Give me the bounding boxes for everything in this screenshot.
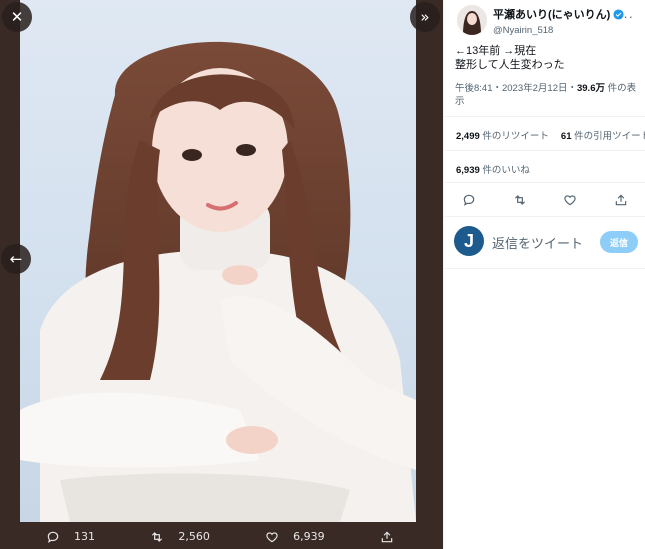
tweet-author: 平瀬あいり(にゃいりん) @Nyairin_518 ··· bbox=[457, 5, 642, 39]
tweet-photo[interactable] bbox=[20, 0, 416, 522]
tweet-text: ←13年前 →現在 整形して人生変わった bbox=[455, 44, 565, 72]
viewer-like-count: 6,939 bbox=[293, 530, 325, 543]
previous-image-button[interactable]: ← bbox=[1, 244, 31, 274]
viewer-reply-count: 131 bbox=[74, 530, 95, 543]
quotes-value: 61 bbox=[560, 131, 572, 142]
viewer-action-bar: 131 2,560 6,939 bbox=[20, 524, 420, 549]
quotes-stat[interactable]: 61 件の引用ツイート bbox=[561, 128, 645, 142]
divider bbox=[444, 150, 645, 151]
media-viewer: ✕ » ← 131 2,560 6,939 bbox=[0, 0, 443, 549]
avatar-image bbox=[457, 5, 487, 35]
retweet-icon bbox=[152, 531, 163, 542]
retweets-value: 2,499 bbox=[456, 131, 480, 142]
reply-icon bbox=[47, 531, 59, 543]
retweets-label: 件のリツイート bbox=[479, 131, 549, 142]
likes-stat[interactable]: 6,939 件のいいね bbox=[456, 162, 530, 176]
arrow-left-icon: ← bbox=[9, 249, 23, 268]
expand-icon: » bbox=[420, 7, 430, 26]
divider bbox=[444, 182, 645, 183]
author-display-name[interactable]: 平瀬あいり(にゃいりん) bbox=[493, 6, 624, 22]
reply-composer: J 返信をツイート 返信 bbox=[454, 226, 644, 258]
display-name-text: 平瀬あいり(にゃいりん) bbox=[493, 9, 611, 21]
quotes-label: 件の引用ツイート bbox=[571, 131, 645, 142]
expand-panel-button[interactable]: » bbox=[410, 2, 440, 32]
share-icon[interactable] bbox=[614, 193, 628, 207]
avatar[interactable] bbox=[457, 5, 487, 35]
close-button[interactable]: ✕ bbox=[2, 2, 32, 32]
viewer-retweet-count: 2,560 bbox=[178, 530, 210, 543]
viewer-retweet-action[interactable]: 2,560 bbox=[150, 530, 210, 544]
engagement-stats: 2,499 件のリツイート 61 件の引用ツイート bbox=[456, 128, 645, 142]
likes-label: 件のいいね bbox=[479, 165, 530, 176]
close-icon: ✕ bbox=[10, 7, 24, 26]
retweets-stat[interactable]: 2,499 件のリツイート bbox=[456, 128, 549, 142]
divider bbox=[444, 116, 645, 117]
divider bbox=[444, 268, 645, 269]
tweet-action-bar bbox=[444, 188, 645, 212]
reply-button[interactable]: 返信 bbox=[600, 231, 638, 253]
heart-icon[interactable] bbox=[563, 193, 577, 207]
reply-input[interactable]: 返信をツイート bbox=[492, 233, 583, 252]
tweet-detail-panel: 平瀬あいり(にゃいりん) @Nyairin_518 ··· ←13年前 →現在 … bbox=[443, 0, 645, 549]
tweet-text-line-1: ←13年前 →現在 bbox=[455, 45, 537, 57]
tweet-text-line-2: 整形して人生変わった bbox=[455, 59, 565, 71]
tweet-meta: 午後8:41・2023年2月12日・39.6万 件の表示 bbox=[455, 82, 640, 108]
viewer-like-action[interactable]: 6,939 bbox=[265, 530, 325, 544]
heart-icon bbox=[266, 531, 278, 542]
tweet-timestamp[interactable]: 午後8:41・2023年2月12日・ bbox=[455, 83, 577, 94]
share-icon bbox=[381, 531, 393, 542]
viewer-reply-action[interactable]: 131 bbox=[46, 530, 95, 544]
reply-icon[interactable] bbox=[462, 193, 476, 207]
viewer-share-action[interactable] bbox=[380, 530, 394, 544]
likes-value: 6,939 bbox=[456, 165, 480, 176]
more-options-icon[interactable]: ··· bbox=[618, 9, 634, 24]
divider bbox=[444, 216, 645, 217]
user-avatar[interactable]: J bbox=[454, 226, 484, 256]
retweet-icon[interactable] bbox=[513, 193, 527, 207]
author-handle[interactable]: @Nyairin_518 bbox=[493, 25, 624, 36]
portrait-image bbox=[20, 41, 416, 522]
views-count: 39.6万 bbox=[576, 83, 605, 94]
